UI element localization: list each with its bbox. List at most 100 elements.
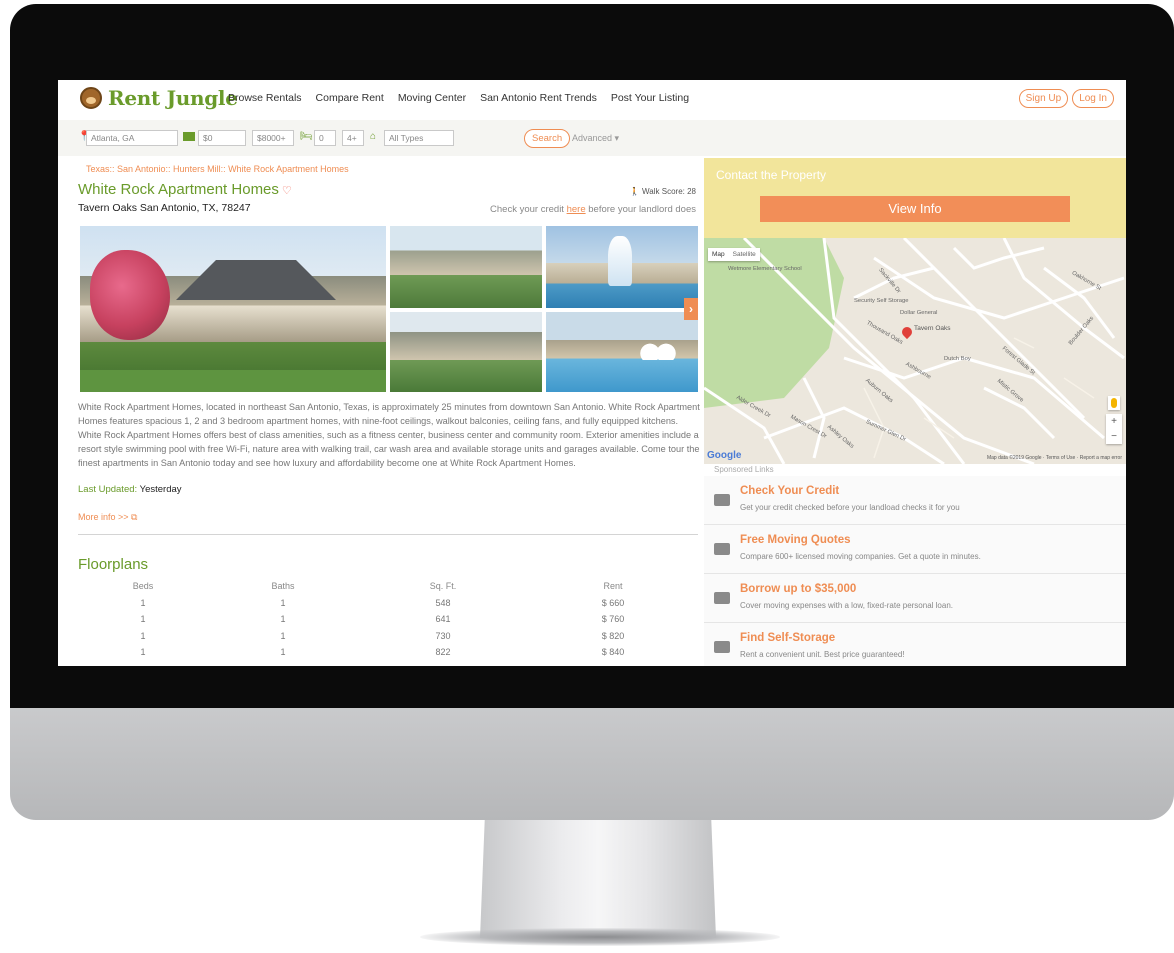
col-sqft: Sq. Ft. — [429, 581, 457, 592]
table-row: 1 1 641 $ 760 — [78, 611, 698, 628]
beds-min-select[interactable]: 0 — [314, 130, 336, 146]
last-updated-label: Last Updated: — [78, 484, 138, 495]
location-input[interactable]: Atlanta, GA — [86, 130, 178, 146]
satellite-tab[interactable]: Satellite — [729, 248, 760, 261]
cell-sqft: 730 — [435, 630, 451, 641]
cell-baths: 1 — [280, 614, 286, 625]
property-address: Tavern Oaks San Antonio, TX, 78247 — [78, 202, 251, 214]
more-info-link[interactable]: More info >> ⧉ — [78, 512, 137, 523]
credit-card-icon — [714, 494, 730, 506]
google-logo: Google — [707, 450, 742, 461]
photo-roof — [176, 260, 336, 300]
cell-sqft: 548 — [435, 597, 451, 608]
map-type-tabs: Map Satellite — [708, 248, 760, 261]
favorite-heart-icon[interactable]: ♡ — [282, 185, 292, 197]
photo-tree — [90, 250, 170, 340]
walk-score-text: Walk Score: 28 — [642, 187, 696, 196]
map-tab[interactable]: Map — [708, 248, 729, 261]
nav-links: Browse Rentals Compare Rent Moving Cente… — [228, 92, 689, 104]
signup-button[interactable]: Sign Up — [1018, 89, 1069, 108]
nav-rent-trends[interactable]: San Antonio Rent Trends — [480, 92, 597, 104]
home-icon: ⌂ — [370, 131, 377, 142]
cell-beds: 1 — [140, 614, 146, 625]
ad-subtitle: Get your credit checked before your land… — [740, 503, 960, 512]
property-description: White Rock Apartment Homes, located in n… — [78, 402, 700, 468]
walk-person-icon: 🚶 — [629, 187, 640, 196]
ad-title[interactable]: Borrow up to $35,000 — [740, 583, 856, 595]
monkey-logo-icon — [80, 87, 102, 109]
table-row: 1 1 730 $ 820 — [78, 628, 698, 645]
external-link-icon: ⧉ — [131, 512, 138, 522]
zoom-in-icon[interactable]: + — [1106, 414, 1122, 429]
top-nav: Rent Jungle Browse Rentals Compare Rent … — [58, 80, 1126, 118]
search-button[interactable]: Search — [524, 129, 571, 148]
nav-post-listing[interactable]: Post Your Listing — [611, 92, 689, 104]
price-max-select[interactable]: $8000+ — [252, 130, 294, 146]
property-map[interactable]: Map Satellite Wetmore Elementary School … — [704, 238, 1126, 464]
sidebar: Contact the Property View Info Map Satel… — [704, 158, 1126, 666]
thumbnail-photo[interactable] — [390, 312, 542, 392]
map-label: Dutch Boy — [944, 356, 971, 362]
map-label: Security Self Storage — [854, 298, 909, 304]
view-info-button[interactable]: View Info — [760, 196, 1070, 222]
cell-rent: $ 820 — [601, 630, 625, 641]
monitor-chin — [10, 708, 1174, 820]
beds-max-select[interactable]: 4+ — [342, 130, 364, 146]
col-baths: Baths — [271, 581, 295, 592]
next-photo-arrow-icon[interactable]: › — [684, 298, 698, 320]
thumbnail-photo[interactable] — [546, 226, 698, 308]
thumbnail-photo[interactable] — [546, 312, 698, 392]
nav-browse-rentals[interactable]: Browse Rentals — [228, 92, 302, 104]
price-min-select[interactable]: $0 — [198, 130, 246, 146]
cell-rent: $ 660 — [601, 597, 625, 608]
table-row: 1 1 548 $ 660 — [78, 595, 698, 612]
table-header: Beds Baths Sq. Ft. Rent — [78, 578, 698, 595]
bed-icon: 🛏 — [300, 131, 313, 142]
col-beds: Beds — [132, 581, 154, 592]
credit-note-pre: Check your credit — [490, 204, 567, 215]
table-row: 1 1 822 $ 840 — [78, 644, 698, 661]
cell-rent: $ 840 — [601, 647, 625, 658]
photo-gallery: › — [80, 226, 698, 392]
property-title: White Rock Apartment Homes ♡ — [78, 181, 292, 198]
auth-buttons: Sign Up Log In — [1018, 89, 1114, 108]
login-button[interactable]: Log In — [1072, 89, 1114, 108]
ad-title[interactable]: Find Self-Storage — [740, 632, 835, 644]
main-photo[interactable] — [80, 226, 386, 392]
property-details: Texas:: San Antonio:: Hunters Mill:: Whi… — [58, 158, 704, 666]
ad-title[interactable]: Check Your Credit — [740, 485, 839, 497]
ad-item[interactable]: Free Moving Quotes Compare 600+ licensed… — [704, 525, 1126, 574]
ad-item[interactable]: Borrow up to $35,000 Cover moving expens… — [704, 574, 1126, 623]
box-icon — [714, 543, 730, 555]
pin-label: Tavern Oaks — [914, 325, 951, 332]
advanced-toggle[interactable]: Advanced ▾ — [572, 133, 619, 144]
sponsored-links: Check Your Credit Get your credit checke… — [704, 476, 1126, 666]
credit-here-link[interactable]: here — [567, 204, 586, 215]
photo-lawn — [80, 370, 386, 392]
zoom-out-icon[interactable]: − — [1106, 429, 1122, 444]
cell-baths: 1 — [280, 647, 286, 658]
nav-moving-center[interactable]: Moving Center — [398, 92, 466, 104]
col-rent: Rent — [603, 581, 623, 592]
filter-bar: 📍 Atlanta, GA $0 $8000+ 🛏 0 4+ ⌂ All Typ… — [58, 120, 1126, 156]
street-view-pegman-icon[interactable] — [1108, 396, 1120, 410]
section-divider — [78, 534, 698, 535]
ad-item[interactable]: Find Self-Storage Rent a convenient unit… — [704, 623, 1126, 666]
breadcrumb[interactable]: Texas:: San Antonio:: Hunters Mill:: Whi… — [86, 164, 349, 174]
wallet-icon — [714, 592, 730, 604]
nav-compare-rent[interactable]: Compare Rent — [316, 92, 384, 104]
map-label: Wetmore Elementary School — [728, 266, 802, 272]
monitor-foot — [420, 928, 780, 946]
map-attribution[interactable]: Map data ©2019 Google · Terms of Use · R… — [987, 455, 1122, 461]
walk-score: 🚶 Walk Score: 28 — [630, 187, 696, 196]
site-logo[interactable]: Rent Jungle — [80, 86, 238, 110]
type-select[interactable]: All Types — [384, 130, 454, 146]
thumbnail-photo[interactable] — [390, 226, 542, 308]
cell-baths: 1 — [280, 630, 286, 641]
contact-title: Contact the Property — [716, 168, 827, 182]
photo-fountain — [608, 236, 632, 286]
ad-subtitle: Cover moving expenses with a low, fixed-… — [740, 601, 953, 610]
ad-title[interactable]: Free Moving Quotes — [740, 534, 851, 546]
ad-item[interactable]: Check Your Credit Get your credit checke… — [704, 476, 1126, 525]
money-icon — [183, 132, 195, 141]
